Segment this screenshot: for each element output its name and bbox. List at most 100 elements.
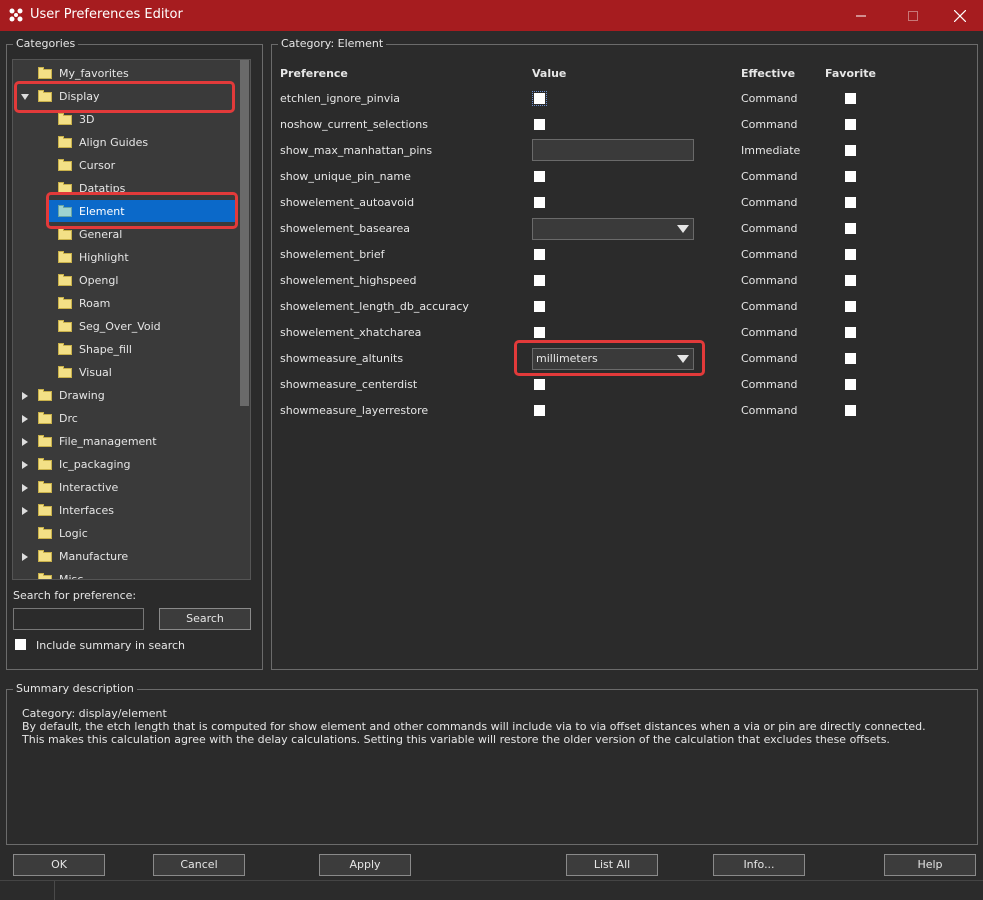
- help-button[interactable]: Help: [884, 854, 976, 876]
- search-label: Search for preference:: [13, 589, 137, 602]
- tree-item-label: Align Guides: [79, 136, 149, 149]
- expand-arrow-icon[interactable]: [22, 461, 28, 469]
- category-tree[interactable]: My_favorites Display 3D Align Guides Cursor D…: [12, 59, 251, 580]
- expand-arrow-icon[interactable]: [22, 484, 28, 492]
- favorite-checkbox[interactable]: [845, 249, 856, 260]
- favorite-checkbox[interactable]: [845, 327, 856, 338]
- favorite-checkbox[interactable]: [845, 405, 856, 416]
- tree-item-label: Interfaces: [59, 504, 114, 517]
- tree-item-label: Seg_Over_Void: [79, 320, 161, 333]
- window-title: User Preferences Editor: [30, 7, 183, 22]
- favorite-checkbox[interactable]: [845, 353, 856, 364]
- include-summary-checkbox[interactable]: [15, 639, 26, 650]
- value-checkbox[interactable]: [534, 275, 545, 286]
- pref-effective: Immediate: [741, 144, 801, 157]
- tree-item-label: File_management: [59, 435, 157, 448]
- list-all-button[interactable]: List All: [566, 854, 658, 876]
- favorite-checkbox[interactable]: [845, 379, 856, 390]
- expand-arrow-icon[interactable]: [22, 507, 28, 515]
- pref-name: showmeasure_layerrestore: [280, 404, 429, 417]
- pref-row-showelement-brief: showelement_brief Command: [280, 248, 960, 274]
- tree-item-ic-packaging[interactable]: Ic_packaging: [13, 455, 248, 475]
- tree-item-drc[interactable]: Drc: [13, 409, 248, 429]
- pref-effective: Command: [741, 352, 798, 365]
- pref-effective: Command: [741, 222, 798, 235]
- favorite-checkbox[interactable]: [845, 93, 856, 104]
- tree-item-misc[interactable]: Misc: [13, 570, 248, 579]
- tree-item-opengl[interactable]: Opengl: [13, 271, 248, 291]
- tree-item-align-guides[interactable]: Align Guides: [13, 133, 248, 153]
- pref-name: showmeasure_altunits: [280, 352, 404, 365]
- favorite-checkbox[interactable]: [845, 145, 856, 156]
- pref-row-showelement-length-db-accuracy: showelement_length_db_accuracy Command: [280, 300, 960, 326]
- title-bar: User Preferences Editor: [0, 0, 983, 31]
- folder-icon: [38, 458, 52, 470]
- tree-item-interactive[interactable]: Interactive: [13, 478, 248, 498]
- folder-icon: [38, 389, 52, 401]
- tree-scrollbar[interactable]: [240, 60, 249, 406]
- pref-name: showelement_autoavoid: [280, 196, 415, 209]
- value-checkbox[interactable]: [534, 171, 545, 182]
- pref-row-show-unique-pin-name: show_unique_pin_name Command: [280, 170, 960, 196]
- value-dropdown[interactable]: [532, 218, 694, 240]
- column-header-preference: Preference: [280, 67, 348, 80]
- favorite-checkbox[interactable]: [845, 223, 856, 234]
- value-checkbox[interactable]: [534, 405, 545, 416]
- column-header-value: Value: [532, 67, 567, 80]
- value-checkbox[interactable]: [534, 379, 545, 390]
- favorite-checkbox[interactable]: [845, 301, 856, 312]
- favorite-checkbox[interactable]: [845, 197, 856, 208]
- folder-icon: [58, 136, 72, 148]
- favorite-checkbox[interactable]: [845, 275, 856, 286]
- display-highlight-box: [14, 81, 235, 113]
- folder-icon: [58, 159, 72, 171]
- summary-description: By default, the etch length that is comp…: [22, 720, 926, 746]
- pref-name: showmeasure_centerdist: [280, 378, 418, 391]
- status-separator: [54, 881, 55, 900]
- value-checkbox[interactable]: [534, 301, 545, 312]
- expand-arrow-icon[interactable]: [22, 392, 28, 400]
- maximize-icon: [908, 10, 918, 21]
- ok-button[interactable]: OK: [13, 854, 105, 876]
- tree-item-file-management[interactable]: File_management: [13, 432, 248, 452]
- column-header-effective: Effective: [741, 67, 796, 80]
- info-button[interactable]: Info...: [713, 854, 805, 876]
- tree-item-shape-fill[interactable]: Shape_fill: [13, 340, 248, 360]
- value-checkbox[interactable]: [534, 119, 545, 130]
- tree-item-seg-over-void[interactable]: Seg_Over_Void: [13, 317, 248, 337]
- search-input[interactable]: [13, 608, 144, 630]
- folder-icon: [58, 297, 72, 309]
- tree-item-manufacture[interactable]: Manufacture: [13, 547, 248, 567]
- value-checkbox[interactable]: [534, 197, 545, 208]
- tree-item-cursor[interactable]: Cursor: [13, 156, 248, 176]
- expand-arrow-icon[interactable]: [22, 415, 28, 423]
- expand-arrow-icon[interactable]: [22, 553, 28, 561]
- tree-item-3d[interactable]: 3D: [13, 110, 248, 130]
- value-text-field[interactable]: [532, 139, 694, 161]
- tree-item-drawing[interactable]: Drawing: [13, 386, 248, 406]
- value-checkbox[interactable]: [534, 249, 545, 260]
- tree-item-interfaces[interactable]: Interfaces: [13, 501, 248, 521]
- tree-item-roam[interactable]: Roam: [13, 294, 248, 314]
- folder-icon: [58, 113, 72, 125]
- element-highlight-box: [46, 192, 238, 229]
- value-checkbox[interactable]: [534, 327, 545, 338]
- expand-arrow-icon[interactable]: [22, 438, 28, 446]
- folder-icon: [58, 274, 72, 286]
- pref-effective: Command: [741, 170, 798, 183]
- search-button[interactable]: Search: [159, 608, 251, 630]
- favorite-checkbox[interactable]: [845, 119, 856, 130]
- close-button[interactable]: [937, 0, 983, 31]
- value-checkbox[interactable]: [532, 91, 547, 106]
- tree-item-label: Visual: [79, 366, 112, 379]
- tree-item-highlight[interactable]: Highlight: [13, 248, 248, 268]
- folder-icon: [58, 228, 72, 240]
- apply-button[interactable]: Apply: [319, 854, 411, 876]
- tree-item-logic[interactable]: Logic: [13, 524, 248, 544]
- cancel-button[interactable]: Cancel: [153, 854, 245, 876]
- minimize-button[interactable]: [838, 0, 884, 31]
- maximize-button[interactable]: [890, 0, 936, 31]
- tree-item-visual[interactable]: Visual: [13, 363, 248, 383]
- favorite-checkbox[interactable]: [845, 171, 856, 182]
- folder-icon: [38, 527, 52, 539]
